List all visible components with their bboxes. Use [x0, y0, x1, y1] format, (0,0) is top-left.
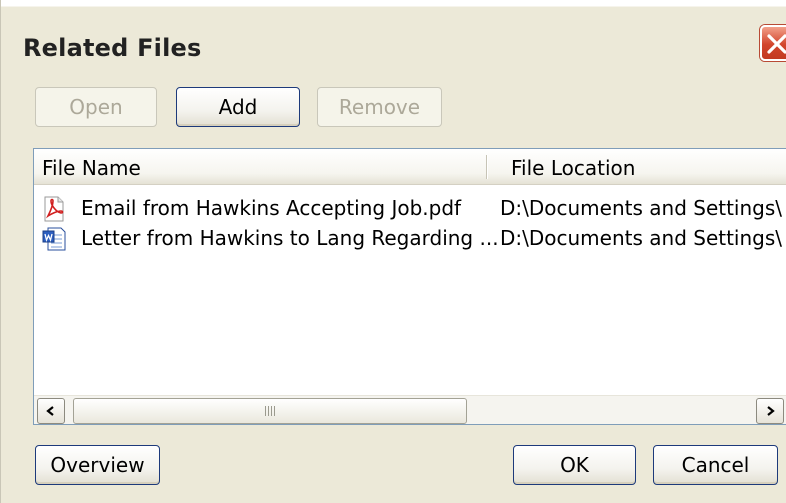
- column-header-file-location[interactable]: File Location: [511, 156, 635, 180]
- file-name: Email from Hawkins Accepting Job.pdf: [81, 196, 462, 220]
- ok-button[interactable]: OK: [513, 445, 636, 485]
- column-divider[interactable]: [486, 155, 488, 179]
- grip-icon: [265, 406, 275, 416]
- open-button[interactable]: Open: [35, 87, 157, 127]
- file-location: D:\Documents and Settings\: [500, 196, 783, 220]
- list-item[interactable]: Letter from Hawkins to Lang Regarding ..…: [34, 224, 786, 254]
- remove-button[interactable]: Remove: [317, 87, 442, 127]
- related-files-list[interactable]: File Name File Location Email from Hawki…: [33, 148, 786, 425]
- cancel-button[interactable]: Cancel: [653, 445, 778, 485]
- title-bar[interactable]: Related Files: [1, 0, 786, 84]
- arrow-right-icon: [767, 406, 775, 416]
- scroll-right-button[interactable]: [756, 398, 784, 424]
- list-item[interactable]: Email from Hawkins Accepting Job.pdf D:\…: [34, 194, 786, 224]
- overview-button[interactable]: Overview: [35, 445, 160, 485]
- arrow-left-icon: [46, 406, 54, 416]
- add-button[interactable]: Add: [176, 87, 300, 127]
- scrollbar-thumb[interactable]: [73, 398, 467, 424]
- title-bar-highlight: [1, 0, 786, 2]
- file-name: Letter from Hawkins to Lang Regarding ..…: [81, 226, 499, 250]
- close-button[interactable]: [760, 25, 786, 61]
- related-files-dialog: Related Files Open Add Remove File Name …: [0, 0, 786, 503]
- close-icon: [767, 34, 786, 54]
- list-header: File Name File Location: [34, 149, 786, 185]
- pdf-file-icon: [44, 196, 64, 222]
- dialog-title: Related Files: [23, 34, 202, 62]
- horizontal-scrollbar[interactable]: [34, 395, 786, 424]
- scroll-left-button[interactable]: [37, 398, 65, 424]
- file-location: D:\Documents and Settings\: [500, 226, 783, 250]
- word-document-icon: [42, 227, 66, 251]
- column-header-file-name[interactable]: File Name: [42, 156, 141, 180]
